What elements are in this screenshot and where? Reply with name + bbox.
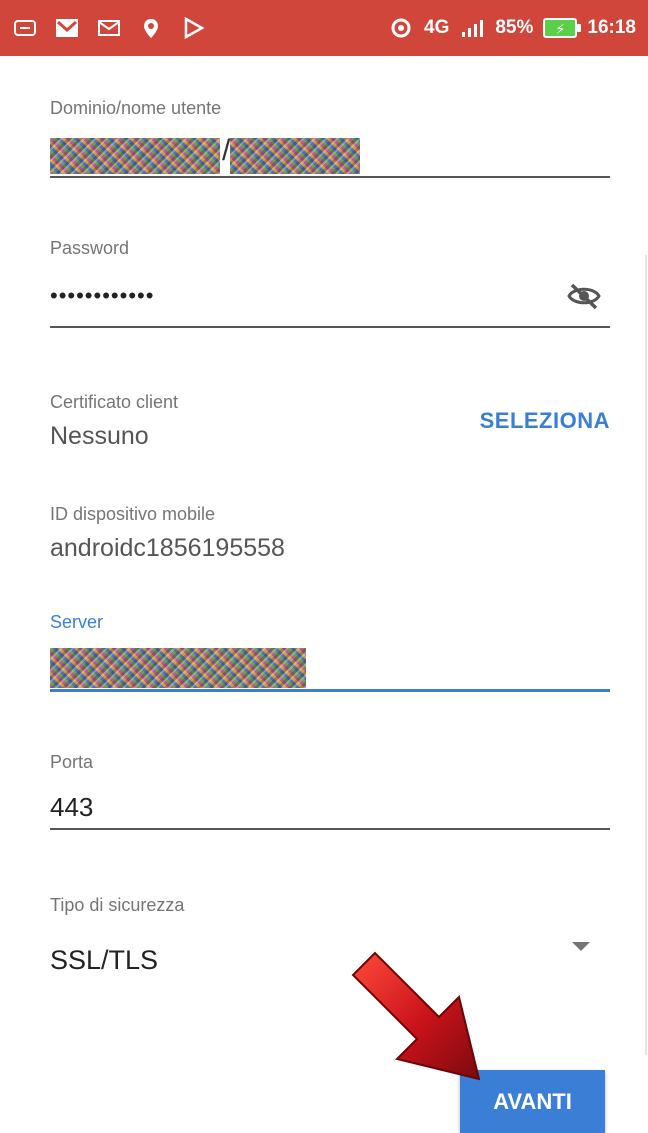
username-underline [50,176,610,178]
port-field[interactable]: Porta 443 [50,752,610,832]
port-label: Porta [50,752,94,772]
battery-charging-icon: ⚡ [543,18,582,38]
username-field[interactable]: Dominio/nome utente / [50,98,610,178]
security-type-field[interactable]: Tipo di sicurezza SSL/TLS [50,895,610,985]
status-bar-system: 4G 85% ⚡ 16:18 [388,17,636,39]
password-value[interactable]: •••••••••••• [50,283,154,309]
device-id-value: androidc1856195558 [50,534,285,562]
server-label: Server [50,612,104,632]
server-field[interactable]: Server [50,612,610,694]
dropdown-arrow-icon[interactable] [572,942,590,951]
certificate-row: Certificato client Nessuno SELEZIONA [50,392,610,454]
certificate-label: Certificato client [50,392,179,412]
username-label: Dominio/nome utente [50,98,222,118]
redacted-username [230,138,360,174]
battery-percent: 85% [495,17,534,38]
sync-icon [388,17,414,39]
clock: 16:18 [587,17,636,38]
port-underline [50,828,610,830]
security-type-label: Tipo di sicurezza [50,895,185,915]
select-certificate-button[interactable]: SELEZIONA [480,408,610,434]
hangouts-notification-icon [12,17,38,39]
location-pin-icon [138,17,164,39]
device-id-row: ID dispositivo mobile androidc1856195558 [50,504,610,566]
network-type: 4G [424,17,450,38]
status-bar-notifications [12,17,206,39]
redacted-domain [50,138,220,174]
password-label: Password [50,238,130,258]
email-icon [96,17,122,39]
scrollbar[interactable] [645,255,647,1055]
gmail-icon [54,17,80,39]
next-button[interactable]: AVANTI [460,1070,605,1133]
play-store-icon [180,17,206,39]
device-id-label: ID dispositivo mobile [50,504,216,524]
signal-icon [459,17,485,39]
certificate-value: Nessuno [50,422,149,450]
status-bar: 4G 85% ⚡ 16:18 [0,0,648,56]
password-field[interactable]: Password •••••••••••• [50,238,610,330]
security-type-value[interactable]: SSL/TLS [50,945,158,976]
server-underline [50,689,610,692]
eye-off-icon[interactable] [566,281,602,311]
port-value[interactable]: 443 [50,792,93,823]
password-underline [50,326,610,328]
redacted-server [50,648,306,688]
